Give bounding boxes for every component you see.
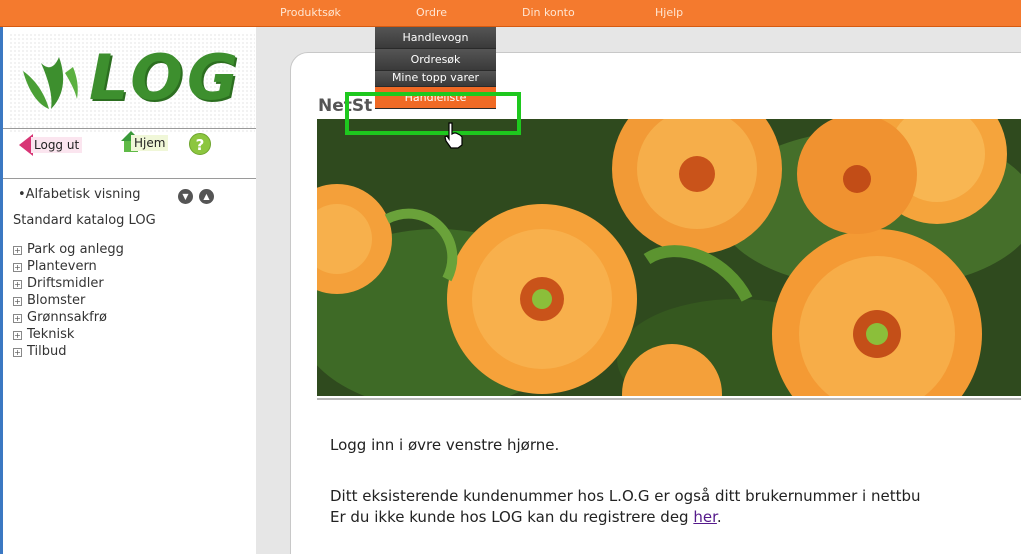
tree-item-plantevern[interactable]: + Plantevern	[13, 259, 124, 276]
expand-icon[interactable]: +	[13, 280, 22, 289]
register-text: Er du ikke kunde hos LOG kan du registre…	[330, 508, 722, 526]
tree-label: Grønnsakfrø	[27, 310, 107, 325]
leaf-logo-icon	[23, 57, 78, 109]
menu-item-handlevogn[interactable]: Handlevogn	[375, 27, 496, 49]
help-icon[interactable]: ?	[189, 133, 211, 155]
register-prefix: Er du ikke kunde hos LOG kan du registre…	[330, 508, 694, 526]
tree-label: Park og anlegg	[27, 242, 124, 257]
hero-divider	[317, 398, 1021, 400]
nav-din-konto[interactable]: Din konto	[522, 6, 575, 19]
tree-item-blomster[interactable]: + Blomster	[13, 293, 124, 310]
register-link[interactable]: her	[693, 508, 717, 526]
logo-text: LOG	[89, 41, 242, 114]
category-tree: + Park og anlegg + Plantevern + Driftsmidle…	[13, 242, 124, 361]
catalog-title: Standard katalog LOG	[13, 213, 156, 228]
tree-item-tilbud[interactable]: + Tilbud	[13, 344, 124, 361]
logo[interactable]: LOG	[9, 33, 255, 133]
logout-label: Logg ut	[31, 137, 83, 153]
tree-label: Tilbud	[27, 344, 67, 359]
tree-item-gronnsakfro[interactable]: + Grønnsakfrø	[13, 310, 124, 327]
expand-icon[interactable]: +	[13, 331, 22, 340]
tree-label: Teknisk	[27, 327, 75, 342]
expand-icon[interactable]: +	[13, 314, 22, 323]
tree-label: Blomster	[27, 293, 86, 308]
tree-item-driftsmidler[interactable]: + Driftsmidler	[13, 276, 124, 293]
tree-label: Plantevern	[27, 259, 97, 274]
login-instruction: Logg inn i øvre venstre hjørne.	[330, 436, 560, 454]
top-nav-bar: Produktsøk Ordre Din konto Hjelp	[0, 0, 1021, 27]
expand-all-icon[interactable]: ▼	[178, 189, 193, 204]
register-suffix: .	[716, 508, 722, 526]
expand-icon[interactable]: +	[13, 246, 22, 255]
divider	[3, 178, 256, 179]
nav-ordre[interactable]: Ordre	[416, 6, 447, 19]
hero-image	[317, 119, 1021, 396]
highlight-box	[345, 92, 521, 135]
home-button[interactable]: Hjem	[121, 128, 181, 162]
collapse-all-icon[interactable]: ▲	[199, 189, 214, 204]
nav-hjelp[interactable]: Hjelp	[655, 6, 683, 19]
home-label: Hjem	[131, 135, 169, 151]
menu-item-mine-topp-varer[interactable]: Mine topp varer	[375, 71, 496, 87]
nav-produktsok[interactable]: Produktsøk	[280, 6, 341, 19]
expand-icon[interactable]: +	[13, 263, 22, 272]
left-sidebar: LOG Logg ut Hjem ? •Alfabetisk visning ▼…	[0, 27, 256, 554]
customer-number-text: Ditt eksisterende kundenummer hos L.O.G …	[330, 487, 921, 505]
tree-label: Driftsmidler	[27, 276, 104, 291]
tree-item-park[interactable]: + Park og anlegg	[13, 242, 124, 259]
logout-button[interactable]: Logg ut	[17, 128, 97, 162]
menu-item-ordresok[interactable]: Ordresøk	[375, 49, 496, 71]
expand-icon[interactable]: +	[13, 297, 22, 306]
flower-photo	[317, 119, 1021, 396]
alphabetic-view-link[interactable]: •Alfabetisk visning	[18, 187, 141, 202]
tree-item-teknisk[interactable]: + Teknisk	[13, 327, 124, 344]
expand-icon[interactable]: +	[13, 348, 22, 357]
hand-cursor-icon	[444, 122, 463, 149]
